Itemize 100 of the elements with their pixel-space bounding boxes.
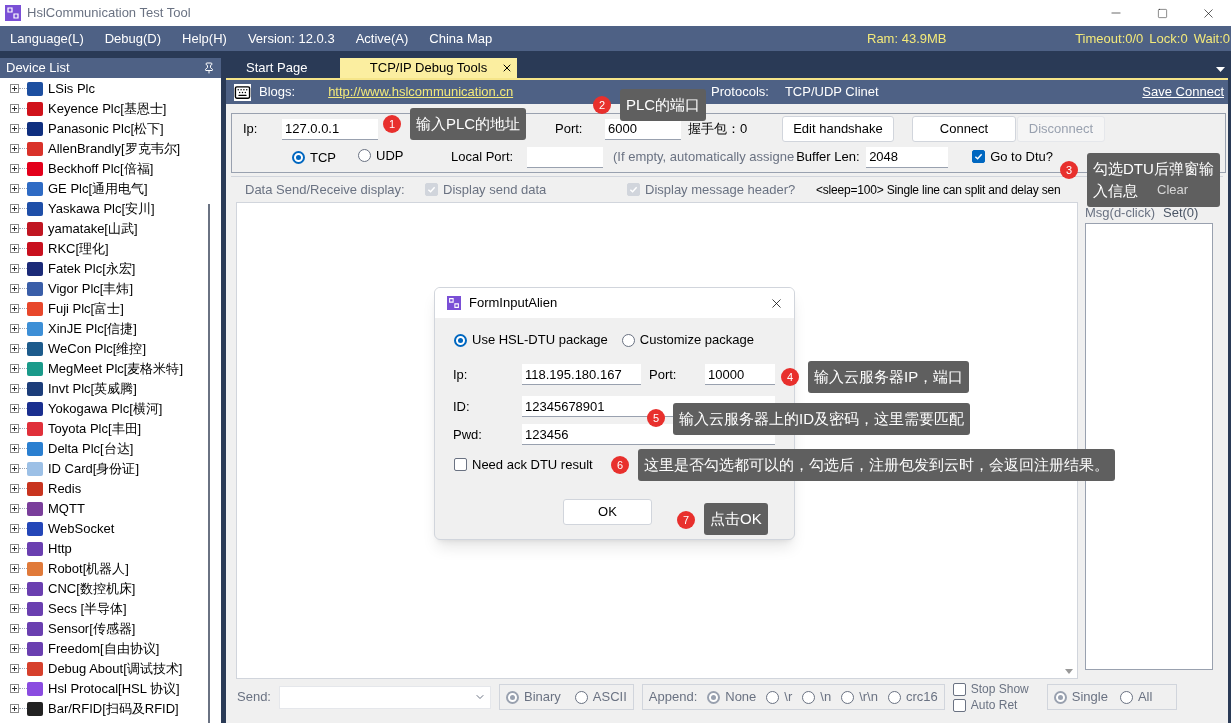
expand-icon[interactable] (10, 584, 19, 593)
local-port-field[interactable] (527, 146, 603, 168)
expand-icon[interactable] (10, 84, 19, 93)
expand-icon[interactable] (10, 184, 19, 193)
expand-icon[interactable] (10, 344, 19, 353)
expand-icon[interactable] (10, 444, 19, 453)
radio-button[interactable]: crc16 (887, 687, 938, 707)
scroll-down-icon[interactable] (1065, 669, 1073, 674)
tree-item[interactable]: MQTT (10, 498, 207, 519)
expand-icon[interactable] (10, 244, 19, 253)
expand-icon[interactable] (10, 264, 19, 273)
tree-item[interactable]: GE Plc[通用电气] (10, 178, 207, 199)
expand-icon[interactable] (10, 464, 19, 473)
menu-item[interactable]: China Map (429, 28, 493, 49)
expand-icon[interactable] (10, 544, 19, 553)
tab[interactable]: TCP/IP Debug Tools (340, 58, 517, 78)
tree-item[interactable]: Redis (10, 478, 207, 499)
expand-icon[interactable] (10, 284, 19, 293)
expand-icon[interactable] (10, 124, 19, 133)
tree-item[interactable]: Freedom[自由协议] (10, 638, 207, 659)
radio-button[interactable]: None (707, 687, 757, 707)
tree-item[interactable]: yamatake[山武] (10, 218, 207, 239)
tree-item[interactable]: Invt Plc[英威腾] (10, 378, 207, 399)
radio-button[interactable]: Use HSL-DTU package (454, 330, 608, 350)
tab[interactable]: Start Page (230, 58, 340, 78)
radio-button[interactable]: Single (1053, 687, 1108, 707)
clear-button[interactable]: Clear (1153, 178, 1217, 201)
tree-item[interactable]: Vigor Plc[丰炜] (10, 278, 207, 299)
expand-icon[interactable] (10, 664, 19, 673)
tree-item[interactable]: Panasonic Plc[松下] (10, 118, 207, 139)
expand-icon[interactable] (10, 204, 19, 213)
expand-icon[interactable] (10, 624, 19, 633)
tree-item[interactable]: Hsl Protocal[HSL 协议] (10, 678, 207, 699)
tree-item[interactable]: Yokogawa Plc[横河] (10, 398, 207, 419)
tree-item[interactable]: Sensor[传感器] (10, 618, 207, 639)
expand-icon[interactable] (10, 704, 19, 713)
save-connect-link[interactable]: Save Connect (1142, 82, 1224, 102)
radio-button[interactable]: All (1119, 687, 1153, 707)
expand-icon[interactable] (10, 484, 19, 493)
tree-item[interactable]: WeCon Plc[维控] (10, 338, 207, 359)
tree-item[interactable]: RKC[理化] (10, 238, 207, 259)
radio-button[interactable]: UDP (358, 146, 404, 166)
menu-item[interactable]: Active(A) (355, 28, 409, 49)
blog-link[interactable]: http://www.hslcommunication.cn (328, 82, 514, 102)
expand-icon[interactable] (10, 404, 19, 413)
checkbox[interactable]: Display send data (425, 179, 547, 200)
checkbox[interactable]: Auto Ret (952, 697, 1018, 713)
expand-icon[interactable] (10, 564, 19, 573)
checkbox[interactable]: Stop Show (952, 681, 1029, 697)
tree-item[interactable]: Fuji Plc[富士] (10, 298, 207, 319)
expand-icon[interactable] (10, 384, 19, 393)
port-field[interactable]: 10000 (705, 364, 775, 385)
checkbox[interactable]: Go to Dtu? (972, 147, 1053, 167)
expand-icon[interactable] (10, 304, 19, 313)
menu-item[interactable]: Language(L) (10, 28, 84, 49)
tree-item[interactable]: Debug About[调试技术] (10, 658, 207, 679)
ip-field[interactable]: 118.195.180.167 (522, 364, 641, 385)
tree-item[interactable]: WebSocket (10, 518, 207, 539)
expand-icon[interactable] (10, 104, 19, 113)
tree-item[interactable]: AllenBrandly[罗克韦尔] (10, 138, 207, 159)
tree-item[interactable]: XinJE Plc[信捷] (10, 318, 207, 339)
radio-button[interactable]: \r\n (841, 687, 878, 707)
expand-icon[interactable] (10, 644, 19, 653)
expand-icon[interactable] (10, 524, 19, 533)
radio-button[interactable]: ASCII (574, 687, 627, 707)
ip-field[interactable]: 127.0.0.1 (282, 118, 378, 140)
radio-button[interactable]: \n (802, 687, 832, 707)
tree-item[interactable]: Fatek Plc[永宏] (10, 258, 207, 279)
close-icon[interactable] (501, 62, 513, 74)
expand-icon[interactable] (10, 144, 19, 153)
tree-item[interactable]: MegMeet Plc[麦格米特] (10, 358, 207, 379)
expand-icon[interactable] (10, 324, 19, 333)
radio-button[interactable]: TCP (292, 148, 336, 168)
tree-item[interactable]: Toyota Plc[丰田] (10, 418, 207, 439)
tree-item[interactable]: CNC[数控机床] (10, 578, 207, 599)
expand-icon[interactable] (10, 164, 19, 173)
radio-button[interactable]: Customize package (621, 330, 754, 350)
scrollbar[interactable] (208, 203, 210, 723)
menu-item[interactable]: Debug(D) (104, 28, 162, 49)
menu-item[interactable]: Version: 12.0.3 (247, 28, 335, 49)
expand-icon[interactable] (10, 604, 19, 613)
menu-item[interactable]: Help(H) (182, 28, 227, 49)
pin-icon[interactable] (203, 61, 215, 74)
tree-item[interactable]: ID Card[身份证] (10, 458, 207, 479)
expand-icon[interactable] (10, 424, 19, 433)
checkbox[interactable]: Need ack DTU result (454, 455, 593, 475)
tree-item[interactable]: Robot[机器人] (10, 558, 207, 579)
radio-button[interactable]: Binary (506, 687, 561, 707)
edit-handshake-button[interactable]: Edit handshake (782, 116, 894, 142)
expand-icon[interactable] (10, 364, 19, 373)
radio-button[interactable]: \r (766, 687, 793, 707)
buffer-len-field[interactable]: 2048 (866, 146, 949, 168)
expand-icon[interactable] (10, 684, 19, 693)
tree-item[interactable]: Delta Plc[台达] (10, 438, 207, 459)
tree-item[interactable]: Beckhoff Plc[倍福] (10, 158, 207, 179)
tree-item[interactable]: Yaskawa Plc[安川] (10, 198, 207, 219)
expand-icon[interactable] (10, 224, 19, 233)
expand-icon[interactable] (10, 504, 19, 513)
tree-item[interactable]: Http (10, 538, 207, 559)
tree-item[interactable]: Bar/RFID[扫码及RFID] (10, 698, 207, 719)
